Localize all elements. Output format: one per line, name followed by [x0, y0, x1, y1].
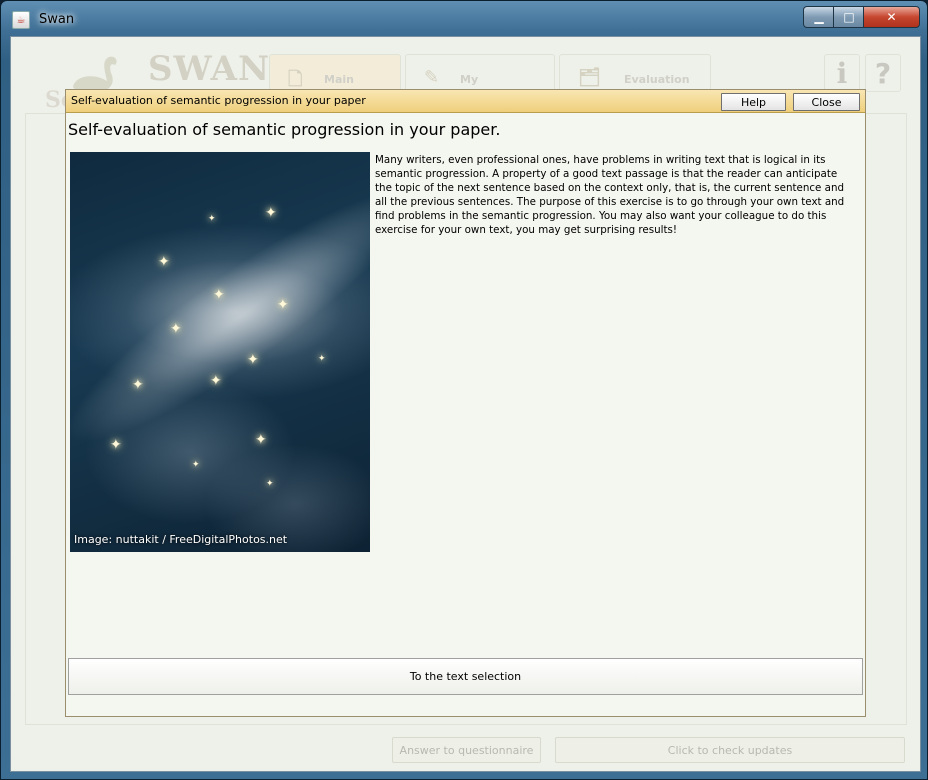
star-icon: ✦	[208, 214, 216, 224]
star-icon: ✦	[170, 321, 182, 337]
tab-evaluation-label: Evaluation	[624, 73, 690, 86]
dialog-description: Many writers, even professional ones, ha…	[375, 154, 845, 236]
cards-icon: 🗂	[578, 67, 601, 88]
star-icon: ✦	[266, 479, 274, 489]
star-icon: ✦	[318, 354, 326, 364]
star-icon: ✦	[192, 460, 200, 470]
app-logo-text: SWAN	[148, 49, 271, 89]
title-bar[interactable]: ☕ Swan ▁ □ ✕	[1, 1, 927, 37]
image-credit: Image: nuttakit / FreeDigitalPhotos.net	[74, 533, 288, 546]
window-client-area: Sc SWAN 🗋 Main ✎ My 🗂 Evaluation i ? Ans…	[10, 36, 921, 772]
star-icon: ✦	[213, 287, 225, 303]
star-icon: ✦	[247, 352, 259, 368]
dialog-close-button[interactable]: Close	[793, 93, 860, 111]
galaxy-image: ✦ ✦ ✦ ✦ ✦ ✦ ✦ ✦ ✦ ✦ ✦ ✦ ✦ ✦ Image: nutta…	[70, 152, 370, 552]
star-icon: ✦	[158, 254, 170, 270]
java-icon: ☕	[12, 11, 30, 29]
self-evaluation-dialog: Self-evaluation of semantic progression …	[65, 89, 866, 717]
tab-main-label: Main	[324, 73, 354, 86]
star-icon: ✦	[255, 432, 267, 448]
star-icon: ✦	[277, 297, 289, 313]
close-window-button[interactable]: ✕	[863, 6, 920, 28]
star-icon: ✦	[210, 373, 222, 389]
info-button[interactable]: i	[824, 54, 860, 92]
star-icon: ✦	[110, 437, 122, 453]
maximize-button[interactable]: □	[833, 6, 865, 28]
galaxy-band	[70, 159, 370, 475]
star-icon: ✦	[265, 205, 277, 221]
dialog-title: Self-evaluation of semantic progression …	[71, 94, 366, 107]
pen-icon: ✎	[424, 67, 440, 88]
minimize-button[interactable]: ▁	[803, 6, 835, 28]
to-text-selection-button[interactable]: To the text selection	[68, 658, 863, 695]
star-icon: ✦	[132, 377, 144, 393]
check-updates-button[interactable]: Click to check updates	[555, 737, 905, 763]
window-title: Swan	[39, 12, 75, 27]
tab-my-label: My	[460, 73, 479, 86]
help-icon-button[interactable]: ?	[865, 54, 901, 92]
answer-questionnaire-button[interactable]: Answer to questionnaire	[392, 737, 541, 763]
dialog-help-button[interactable]: Help	[721, 93, 786, 111]
app-window: ☕ Swan ▁ □ ✕ Sc SWAN 🗋 Main ✎ My 🗂 Evalu…	[0, 0, 928, 780]
dialog-heading: Self-evaluation of semantic progression …	[68, 120, 501, 139]
dialog-header: Self-evaluation of semantic progression …	[66, 90, 865, 113]
